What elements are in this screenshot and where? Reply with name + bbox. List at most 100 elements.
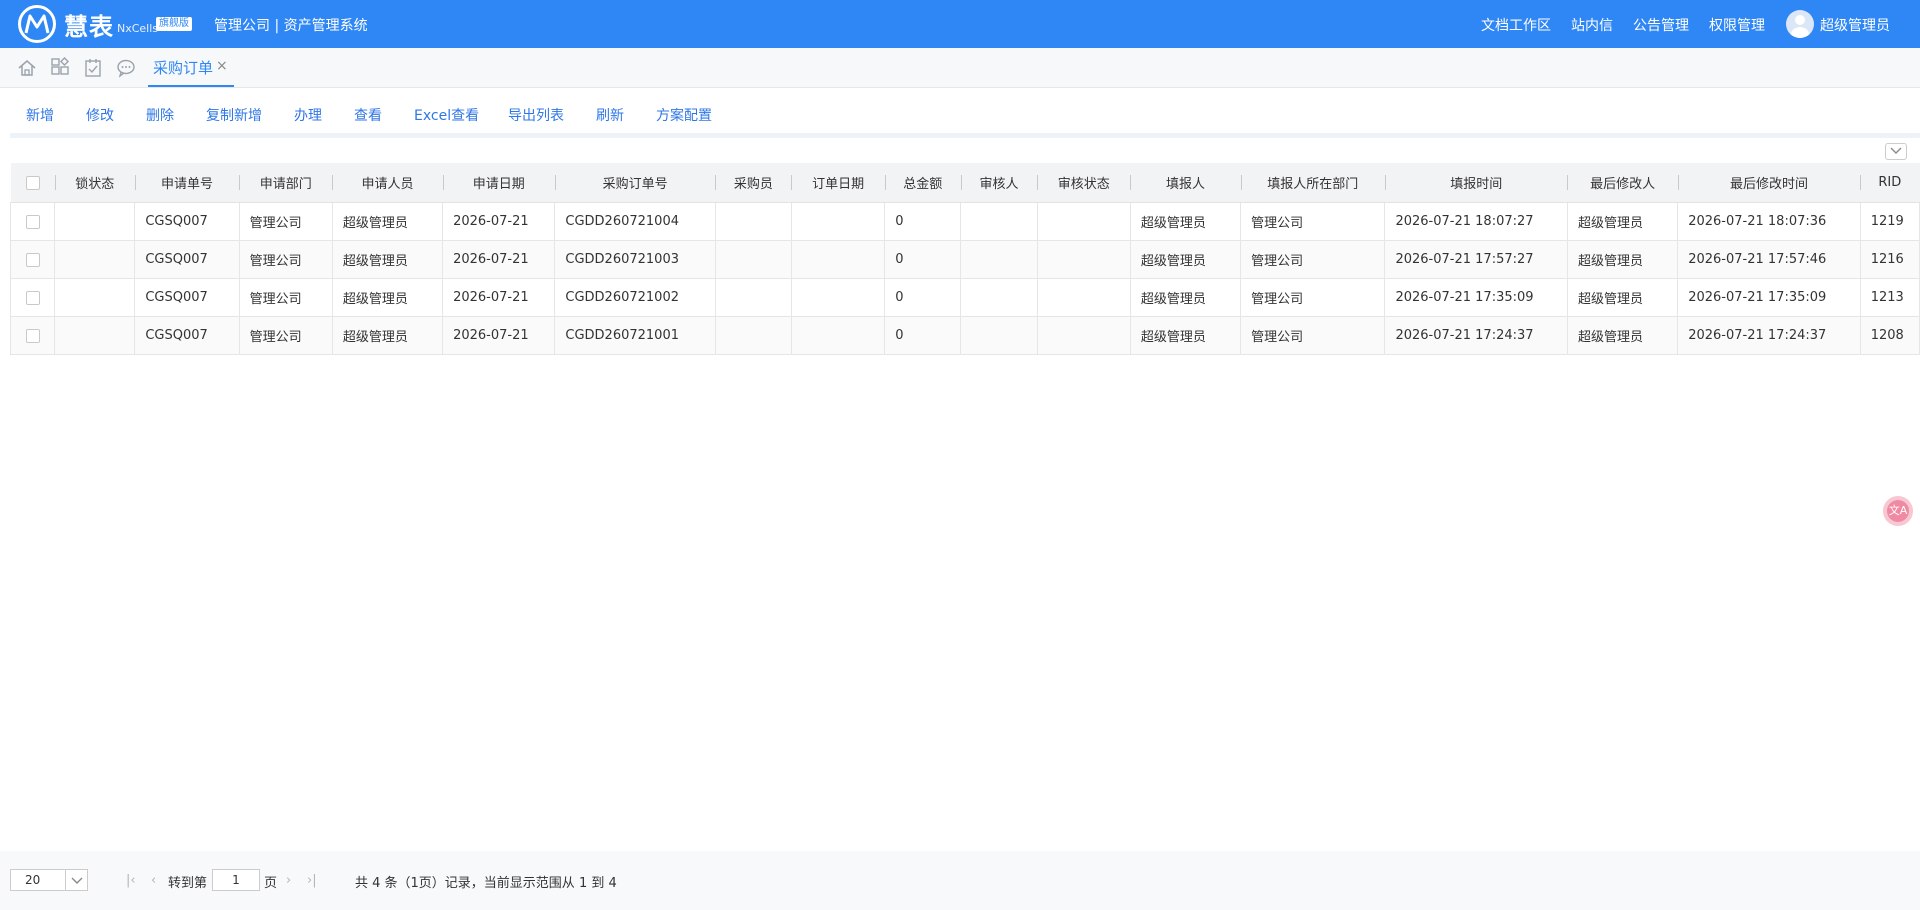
column-header[interactable]: 填报人所在部门 xyxy=(1240,163,1385,203)
column-header[interactable]: 采购订单号 xyxy=(554,163,716,203)
table-cell xyxy=(54,240,136,279)
table-cell: 管理公司 xyxy=(1240,240,1386,279)
table-cell: 1219 xyxy=(1859,202,1920,241)
home-icon[interactable] xyxy=(16,57,38,79)
table-cell xyxy=(790,316,886,355)
table-cell: 管理公司 xyxy=(1240,202,1386,241)
table-cell: 0 xyxy=(884,278,962,317)
table-cell xyxy=(960,316,1038,355)
export-list-button[interactable]: 导出列表 xyxy=(508,105,564,125)
last-page-icon[interactable]: ›| xyxy=(307,873,317,888)
select-all-checkbox[interactable] xyxy=(10,163,55,203)
column-header[interactable]: 申请单号 xyxy=(134,163,240,203)
column-header[interactable]: 填报人 xyxy=(1130,163,1241,203)
table-cell: 2026-07-21 17:57:46 xyxy=(1677,240,1861,279)
table-cell: 2026-07-21 xyxy=(442,278,556,317)
checkbox[interactable] xyxy=(25,290,40,305)
column-header[interactable]: 锁状态 xyxy=(54,163,135,203)
first-page-icon[interactable]: |‹ xyxy=(126,873,136,888)
table-cell xyxy=(714,202,792,241)
row-checkbox[interactable] xyxy=(9,316,56,355)
tab-label: 采购订单 xyxy=(153,59,214,77)
table-cell xyxy=(790,240,886,279)
avatar[interactable] xyxy=(1786,10,1814,38)
nav-link-permissions[interactable]: 权限管理 xyxy=(1709,15,1765,35)
action-toolbar: 新增 修改 删除 复制新增 办理 查看 Excel查看 导出列表 刷新 方案配置 xyxy=(0,88,1920,132)
copy-add-button[interactable]: 复制新增 xyxy=(206,105,262,125)
column-header[interactable]: 采购员 xyxy=(715,163,792,203)
delete-button[interactable]: 删除 xyxy=(146,105,174,125)
checkbox[interactable] xyxy=(25,328,40,343)
nav-link-docs[interactable]: 文档工作区 xyxy=(1481,15,1551,35)
row-checkbox[interactable] xyxy=(9,278,56,317)
row-checkbox[interactable] xyxy=(9,240,56,279)
checkbox[interactable] xyxy=(25,252,40,267)
checkbox[interactable] xyxy=(25,214,40,229)
column-header[interactable]: 申请部门 xyxy=(239,163,333,203)
table-cell: 2026-07-21 17:57:27 xyxy=(1384,240,1568,279)
table-cell: 超级管理员 xyxy=(1129,202,1242,241)
column-header[interactable]: 审核状态 xyxy=(1037,163,1131,203)
collapse-button[interactable] xyxy=(1885,143,1907,160)
table-row[interactable]: CGSQ007 管理公司 超级管理员 2026-07-21 CGDD260721… xyxy=(9,316,1920,355)
page-number-input[interactable]: 1 xyxy=(212,869,260,891)
message-icon[interactable] xyxy=(115,57,137,79)
table-cell: 2026-07-21 xyxy=(442,202,556,241)
next-page-icon[interactable]: › xyxy=(286,873,291,888)
table-cell xyxy=(1036,202,1131,241)
table-cell: 管理公司 xyxy=(238,316,333,355)
column-header[interactable]: 订单日期 xyxy=(791,163,885,203)
page-size-select[interactable]: 20 xyxy=(10,869,88,891)
table-cell: 超级管理员 xyxy=(331,278,444,317)
table-cell: 2026-07-21 17:35:09 xyxy=(1677,278,1861,317)
nav-link-announcements[interactable]: 公告管理 xyxy=(1633,15,1689,35)
translate-float-button[interactable]: 文A xyxy=(1883,496,1913,526)
table-cell xyxy=(1036,278,1131,317)
row-checkbox[interactable] xyxy=(9,202,56,241)
table-cell xyxy=(960,240,1038,279)
close-icon[interactable]: × xyxy=(216,58,228,74)
apps-icon[interactable] xyxy=(49,57,71,79)
column-header[interactable]: RID xyxy=(1860,163,1920,203)
column-header[interactable]: 总金额 xyxy=(884,163,961,203)
table-cell: 超级管理员 xyxy=(1129,240,1242,279)
table-cell: CGDD260721002 xyxy=(554,278,716,317)
nav-link-inbox[interactable]: 站内信 xyxy=(1571,15,1613,35)
refresh-button[interactable]: 刷新 xyxy=(596,105,624,125)
table-cell: 0 xyxy=(884,240,962,279)
table-cell: 超级管理员 xyxy=(1566,316,1679,355)
table-cell xyxy=(790,202,886,241)
column-header[interactable]: 申请人员 xyxy=(332,163,443,203)
scheme-config-button[interactable]: 方案配置 xyxy=(656,105,712,125)
tab-purchase-order[interactable]: 采购订单 × xyxy=(148,48,234,87)
view-button[interactable]: 查看 xyxy=(354,105,382,125)
table-cell xyxy=(960,278,1038,317)
add-button[interactable]: 新增 xyxy=(26,105,54,125)
table-cell: 0 xyxy=(884,316,962,355)
column-header[interactable]: 审核人 xyxy=(960,163,1038,203)
chevron-down-icon xyxy=(71,877,83,884)
process-button[interactable]: 办理 xyxy=(294,105,322,125)
table-cell: 超级管理员 xyxy=(1566,240,1679,279)
column-header[interactable]: 申请日期 xyxy=(442,163,555,203)
edit-button[interactable]: 修改 xyxy=(86,105,114,125)
excel-view-button[interactable]: Excel查看 xyxy=(414,105,479,125)
user-name[interactable]: 超级管理员 xyxy=(1820,15,1890,35)
table-cell: 超级管理员 xyxy=(331,202,444,241)
column-header[interactable]: 填报时间 xyxy=(1384,163,1568,203)
table-row[interactable]: CGSQ007 管理公司 超级管理员 2026-07-21 CGDD260721… xyxy=(9,240,1920,279)
table-row[interactable]: CGSQ007 管理公司 超级管理员 2026-07-21 CGDD260721… xyxy=(9,278,1920,317)
table-row[interactable]: CGSQ007 管理公司 超级管理员 2026-07-21 CGDD260721… xyxy=(9,202,1920,241)
page-size-value: 20 xyxy=(25,873,41,887)
column-header[interactable]: 最后修改时间 xyxy=(1677,163,1861,203)
table-cell xyxy=(54,316,136,355)
table-cell: CGDD260721003 xyxy=(554,240,716,279)
tasks-icon[interactable] xyxy=(82,57,104,79)
prev-page-icon[interactable]: ‹ xyxy=(151,873,156,888)
table-cell xyxy=(714,240,792,279)
pagination-bar: 20 |‹ ‹ 转到第 1 页 › ›| 共 4 条（1页）记录，当前显示范围从… xyxy=(0,851,1920,910)
column-header[interactable]: 最后修改人 xyxy=(1567,163,1678,203)
table-cell: CGDD260721004 xyxy=(554,202,716,241)
checkbox[interactable] xyxy=(25,175,40,190)
dropdown-arrow[interactable] xyxy=(65,870,88,890)
